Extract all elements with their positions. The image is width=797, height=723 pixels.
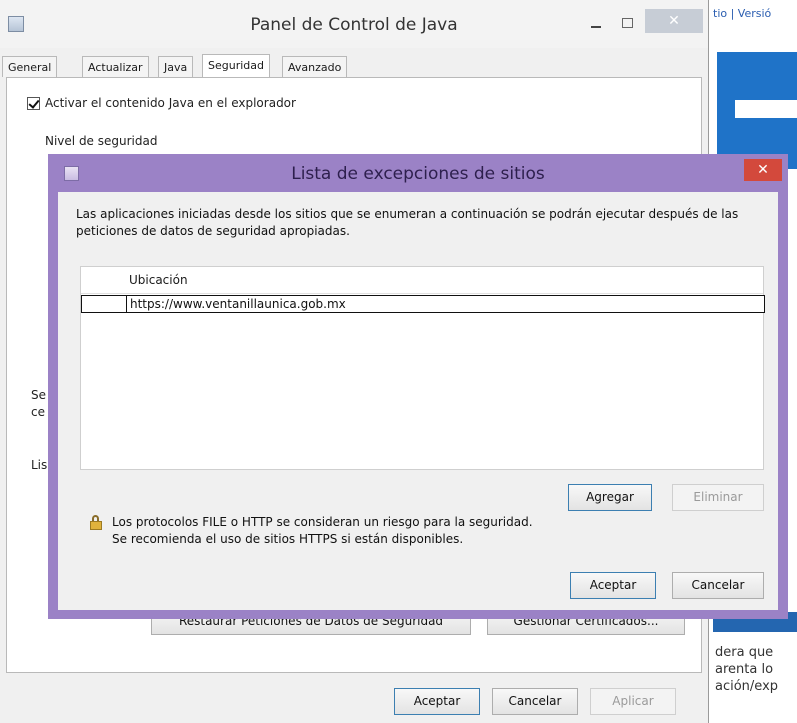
minimize-icon[interactable] — [587, 16, 605, 32]
browser-text-line: arenta lo — [715, 662, 774, 677]
remove-site-button[interactable]: Eliminar — [672, 484, 764, 511]
exception-site-list-dialog: Lista de excepciones de sitios ✕ Las apl… — [48, 154, 788, 619]
browser-paragraph: dera que arenta lo ación/exp — [715, 644, 778, 695]
lock-warning-icon — [90, 515, 104, 531]
main-cancel-button[interactable]: Cancelar — [492, 688, 578, 715]
close-icon[interactable]: ✕ — [744, 159, 782, 181]
partial-text-lis: Lis — [31, 458, 48, 472]
exception-site-table: Ubicación https://www.ventanillaunica.go… — [80, 266, 765, 470]
window-title-bar[interactable]: Panel de Control de Java ✕ — [0, 0, 708, 48]
add-site-button[interactable]: Agregar — [568, 484, 652, 511]
dialog-body: Las aplicaciones iniciadas desde los sit… — [58, 192, 778, 610]
partial-text-ce: ce — [31, 405, 45, 419]
browser-search-field[interactable] — [735, 100, 797, 118]
site-url-cell[interactable]: https://www.ventanillaunica.gob.mx — [130, 297, 346, 311]
main-apply-button[interactable]: Aplicar — [590, 688, 676, 715]
tab-avanzado[interactable]: Avanzado — [282, 56, 348, 77]
partial-text-se: Se — [31, 388, 46, 402]
dialog-title: Lista de excepciones de sitios — [291, 164, 545, 184]
tab-seguridad[interactable]: Seguridad — [202, 54, 270, 78]
browser-top-links[interactable]: tio | Versió — [713, 7, 771, 20]
warning-line: Se recomienda el uso de sitios HTTPS si … — [112, 532, 464, 546]
column-header-location: Ubicación — [129, 273, 188, 287]
tab-java[interactable]: Java — [158, 56, 194, 77]
close-icon[interactable]: ✕ — [645, 9, 703, 33]
table-row[interactable]: https://www.ventanillaunica.gob.mx — [81, 295, 765, 313]
dialog-cancel-button[interactable]: Cancelar — [672, 572, 764, 599]
tab-actualizar[interactable]: Actualizar — [82, 56, 149, 77]
browser-blue-banner — [717, 52, 797, 169]
security-warning: Los protocolos FILE o HTTP se consideran… — [112, 514, 533, 548]
security-level-label: Nivel de seguridad — [45, 134, 158, 148]
enable-java-checkbox[interactable] — [27, 97, 40, 110]
tab-general[interactable]: General — [2, 56, 58, 77]
enable-java-label: Activar el contenido Java en el explorad… — [45, 96, 296, 110]
browser-text-line: ación/exp — [715, 679, 779, 694]
row-cell-separator — [126, 296, 127, 312]
tab-bar: General Actualizar Java Seguridad Avanza… — [0, 54, 708, 78]
main-accept-button[interactable]: Aceptar — [394, 688, 480, 715]
browser-text-line: dera que — [715, 645, 774, 660]
dialog-description: Las aplicaciones iniciadas desde los sit… — [76, 207, 739, 238]
dialog-accept-button[interactable]: Aceptar — [570, 572, 656, 599]
maximize-icon[interactable] — [622, 18, 633, 28]
warning-line: Los protocolos FILE o HTTP se consideran… — [112, 515, 533, 529]
table-header: Ubicación — [81, 267, 763, 294]
